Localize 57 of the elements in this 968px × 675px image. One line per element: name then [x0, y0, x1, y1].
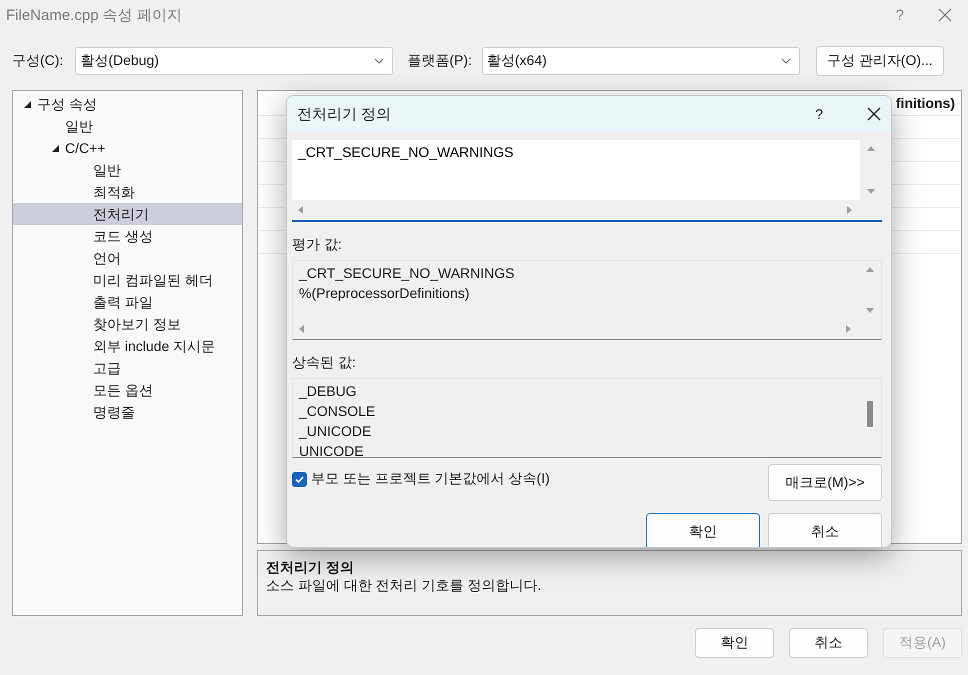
scroll-up-arrow-icon[interactable]	[866, 144, 876, 154]
tree-item[interactable]: 고급	[13, 357, 242, 379]
description-text: 소스 파일에 대한 전처리 기호를 정의합니다.	[266, 577, 542, 595]
macros-button[interactable]: 매크로(M)>>	[768, 464, 882, 501]
scroll-left-arrow-icon[interactable]	[296, 205, 306, 215]
tree-item[interactable]: 구성 속성	[13, 93, 242, 115]
inherited-value: UNICODE	[299, 442, 365, 457]
tree-item[interactable]: 전처리기	[13, 203, 242, 225]
scroll-left-arrow-icon[interactable]	[297, 324, 307, 334]
expanded-arrow-icon[interactable]	[50, 144, 60, 152]
chevron-down-icon	[374, 58, 384, 64]
tree-item[interactable]: 모든 옵션	[13, 379, 242, 401]
inherited-label: 상속된 값:	[292, 354, 357, 372]
close-icon[interactable]	[867, 107, 881, 121]
dialog-button[interactable]: 확인	[646, 513, 760, 547]
tree-item[interactable]: 찾아보기 정보	[13, 313, 242, 335]
evaluated-label: 평가 값:	[292, 236, 343, 254]
window-title: FileName.cpp 속성 페이지	[6, 6, 183, 24]
tree-item[interactable]: 최적화	[13, 181, 242, 203]
tree-item[interactable]: 일반	[13, 159, 242, 181]
tree-item[interactable]: 일반	[13, 115, 242, 137]
tree-item[interactable]: 명령줄	[13, 401, 242, 423]
help-button[interactable]: ?	[815, 106, 823, 122]
dialog-button[interactable]: 확인	[695, 628, 774, 658]
dialog-title: 전처리기 정의	[297, 104, 392, 124]
checkbox-label[interactable]: 부모 또는 프로젝트 기본값에서 상속(I)	[311, 470, 550, 488]
tree-item[interactable]: 외부 include 지시문	[13, 335, 242, 357]
column-header: finitions)	[896, 95, 955, 111]
tree-item[interactable]: 출력 파일	[13, 291, 242, 313]
dialog-button[interactable]: 취소	[768, 513, 882, 547]
check-icon	[294, 474, 305, 484]
scroll-up-arrow-icon[interactable]	[865, 265, 875, 275]
chevron-down-icon	[780, 58, 791, 64]
scroll-right-arrow-icon[interactable]	[843, 324, 853, 334]
inherited-value: _DEBUG	[299, 382, 358, 401]
platform-dropdown[interactable]: 활성(x64)	[482, 47, 800, 75]
inherit-checkbox[interactable]	[292, 472, 307, 486]
description-title: 전처리기 정의	[266, 559, 355, 577]
scroll-down-arrow-icon[interactable]	[865, 305, 875, 315]
scrollbar-thumb[interactable]	[867, 401, 873, 427]
tree-item[interactable]: C/C++	[13, 137, 242, 159]
tree-item[interactable]: 언어	[13, 247, 242, 269]
configuration-dropdown[interactable]: 활성(Debug)	[75, 47, 394, 75]
configuration-manager-button[interactable]: 구성 관리자(O)...	[816, 46, 944, 76]
scroll-down-arrow-icon[interactable]	[866, 186, 876, 196]
inherited-value: _UNICODE	[299, 422, 372, 441]
evaluated-value: %(PreprocessorDefinitions)	[299, 284, 470, 303]
platform-label: 플랫폼(P):	[407, 52, 472, 70]
definitions-field[interactable]: _CRT_SECURE_NO_WARNINGS	[292, 140, 860, 200]
evaluated-value: _CRT_SECURE_NO_WARNINGS	[299, 264, 516, 283]
configuration-label: 구성(C):	[12, 52, 64, 70]
inherited-value: _CONSOLE	[299, 402, 376, 421]
scroll-right-arrow-icon[interactable]	[844, 205, 854, 215]
dialog-button[interactable]: 취소	[789, 628, 868, 658]
tree-item[interactable]: 미리 컴파일된 헤더	[13, 269, 242, 291]
tree-item[interactable]: 코드 생성	[13, 225, 242, 247]
expanded-arrow-icon[interactable]	[22, 100, 32, 108]
